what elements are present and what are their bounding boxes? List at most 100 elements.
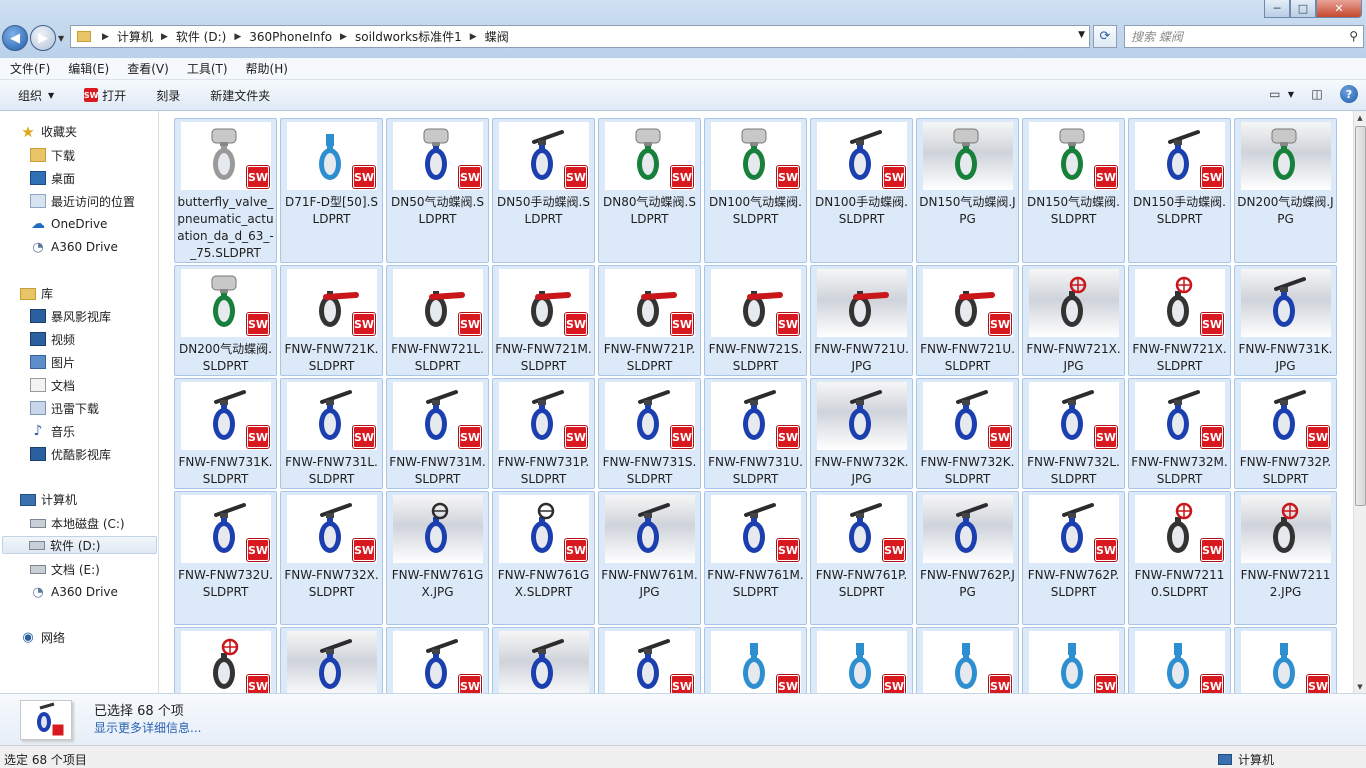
file-item[interactable]: SW FNW-FNW762P.SLDPRT [1022,491,1125,625]
minimize-button[interactable]: ─ [1264,0,1290,18]
file-item[interactable]: SW DN80气动蝶阀.SLDPRT [598,118,701,263]
file-item[interactable]: SW FNW-FNW721M.SLDPRT [492,265,595,376]
file-item[interactable]: SW D71F-D型[50].SLDPRT [280,118,383,263]
file-item[interactable]: SW FNW-FNW731S.SLDPRT [598,378,701,489]
nav-item-videos[interactable]: 视频 [30,330,75,348]
file-item[interactable]: SW [810,627,913,693]
file-item[interactable]: SW FNW-FNW732P.SLDPRT [1234,378,1337,489]
file-item[interactable]: SW FNW-FNW731K.SLDPRT [174,378,277,489]
file-item[interactable]: SW FNW-FNW721U.SLDPRT [916,265,1019,376]
nav-item-music[interactable]: ♪ 音乐 [30,422,75,440]
file-item[interactable]: SW [174,627,277,693]
nav-item-downloads[interactable]: 下载 [30,146,75,164]
file-item[interactable]: SW FNW-FNW761P.SLDPRT [810,491,913,625]
file-item[interactable]: SW FNW-FNW732K.SLDPRT [916,378,1019,489]
scrollbar-thumb[interactable] [1355,126,1366,506]
change-view-icon[interactable]: ▭ [1266,85,1284,103]
file-item[interactable]: SW DN100气动蝶阀.SLDPRT [704,118,807,263]
file-item[interactable]: SW [916,627,1019,693]
search-input[interactable]: 搜索 蝶阀 ⚲ [1124,25,1364,48]
nav-network[interactable]: ◉ 网络 [20,629,65,646]
breadcrumb-computer[interactable]: 计算机 [114,28,156,45]
file-item[interactable]: SW [1128,627,1231,693]
address-history-dropdown-icon[interactable]: ▼ [1078,30,1085,40]
forward-button[interactable]: ▶ [30,25,56,51]
file-item[interactable]: SW FNW-FNW761GX.SLDPRT [492,491,595,625]
search-icon[interactable]: ⚲ [1349,29,1358,43]
file-item[interactable]: SW FNW-FNW731L.SLDPRT [280,378,383,489]
file-item[interactable] [280,627,383,693]
file-item[interactable]: SW FNW-FNW732L.SLDPRT [1022,378,1125,489]
help-icon[interactable]: ? [1340,85,1358,103]
chevron-right-icon[interactable]: ▶ [97,32,114,42]
nav-favorites[interactable]: ★ 收藏夹 [20,123,77,141]
file-item[interactable]: SW FNW-FNW721L.SLDPRT [386,265,489,376]
refresh-button[interactable]: ⟳ [1093,25,1117,48]
nav-item-drive-e[interactable]: 文档 (E:) [30,560,100,578]
file-item[interactable]: SW [1022,627,1125,693]
file-item[interactable]: SW FNW-FNW721X.SLDPRT [1128,265,1231,376]
file-item[interactable]: SW FNW-FNW732M.SLDPRT [1128,378,1231,489]
nav-item-xunlei-downloads[interactable]: 迅雷下载 [30,399,99,417]
chevron-right-icon[interactable]: ▶ [465,32,482,42]
nav-computer[interactable]: 计算机 [20,491,77,508]
scroll-down-icon[interactable]: ▼ [1354,680,1366,693]
menu-file[interactable]: 文件(F) [0,60,58,77]
nav-item-a360-drive-fav[interactable]: ◔ A360 Drive [30,238,118,256]
file-item[interactable]: FNW-FNW761GX.JPG [386,491,489,625]
file-item[interactable]: SW FNW-FNW731U.SLDPRT [704,378,807,489]
nav-item-documents[interactable]: 文档 [30,376,75,394]
nav-item-desktop[interactable]: 桌面 [30,169,75,187]
menu-tools[interactable]: 工具(T) [177,60,236,77]
file-item[interactable]: SW [598,627,701,693]
recent-pages-dropdown-icon[interactable]: ▼ [58,34,64,43]
file-item[interactable]: SW FNW-FNW761M.SLDPRT [704,491,807,625]
menu-view[interactable]: 查看(V) [117,60,177,77]
chevron-right-icon[interactable]: ▶ [229,32,246,42]
chevron-right-icon[interactable]: ▶ [156,32,173,42]
file-item[interactable]: SW FNW-FNW72110.SLDPRT [1128,491,1231,625]
view-options-dropdown-icon[interactable]: ▼ [1288,90,1294,99]
file-item[interactable]: SW [386,627,489,693]
nav-libraries[interactable]: 库 [20,285,53,302]
file-item[interactable]: SW DN200气动蝶阀.SLDPRT [174,265,277,376]
file-item[interactable]: SW DN150气动蝶阀.SLDPRT [1022,118,1125,263]
nav-item-onedrive[interactable]: ☁ OneDrive [30,215,107,233]
file-item[interactable]: SW FNW-FNW732X.SLDPRT [280,491,383,625]
maximize-button[interactable]: □ [1290,0,1316,18]
breadcrumb-butterfly-valve[interactable]: 蝶阀 [482,28,512,45]
chevron-right-icon[interactable]: ▶ [335,32,352,42]
open-button[interactable]: SW 打开 [64,80,136,110]
nav-item-recent-places[interactable]: 最近访问的位置 [30,192,135,210]
file-item[interactable]: SW DN150手动蝶阀.SLDPRT [1128,118,1231,263]
nav-item-drive-c[interactable]: 本地磁盘 (C:) [30,514,125,532]
nav-item-youku-library[interactable]: 优酷影视库 [30,445,111,463]
file-item[interactable]: SW [704,627,807,693]
file-item[interactable]: SW FNW-FNW731P.SLDPRT [492,378,595,489]
file-item[interactable]: FNW-FNW762P.JPG [916,491,1019,625]
breadcrumb-drive-d[interactable]: 软件 (D:) [173,28,229,45]
new-folder-button[interactable]: 新建文件夹 [190,80,280,110]
nav-item-a360-drive[interactable]: ◔ A360 Drive [30,583,118,601]
file-item[interactable]: FNW-FNW761M.JPG [598,491,701,625]
file-item[interactable]: SW FNW-FNW721K.SLDPRT [280,265,383,376]
nav-item-drive-d[interactable]: 软件 (D:) [2,536,157,554]
vertical-scrollbar[interactable]: ▲ ▼ [1353,111,1366,693]
file-item[interactable]: FNW-FNW731K.JPG [1234,265,1337,376]
file-item[interactable] [492,627,595,693]
organize-button[interactable]: 组织 ▼ [0,80,64,110]
file-item[interactable]: SW butterfly_valve_pneumatic_actuation_da… [174,118,277,263]
file-item[interactable]: FNW-FNW732K.JPG [810,378,913,489]
file-item[interactable]: SW DN100手动蝶阀.SLDPRT [810,118,913,263]
file-item[interactable]: FNW-FNW721U.JPG [810,265,913,376]
menu-edit[interactable]: 编辑(E) [58,60,117,77]
breadcrumb-360phoneinfo[interactable]: 360PhoneInfo [246,30,335,44]
nav-item-baofeng-library[interactable]: 暴风影视库 [30,307,111,325]
show-more-details-link[interactable]: 显示更多详细信息... [94,719,201,736]
file-item[interactable]: SW [1234,627,1337,693]
burn-button[interactable]: 刻录 [136,80,190,110]
file-item[interactable]: SW FNW-FNW721P.SLDPRT [598,265,701,376]
scroll-up-icon[interactable]: ▲ [1354,111,1366,124]
nav-item-pictures[interactable]: 图片 [30,353,75,371]
close-button[interactable]: ✕ [1316,0,1362,18]
